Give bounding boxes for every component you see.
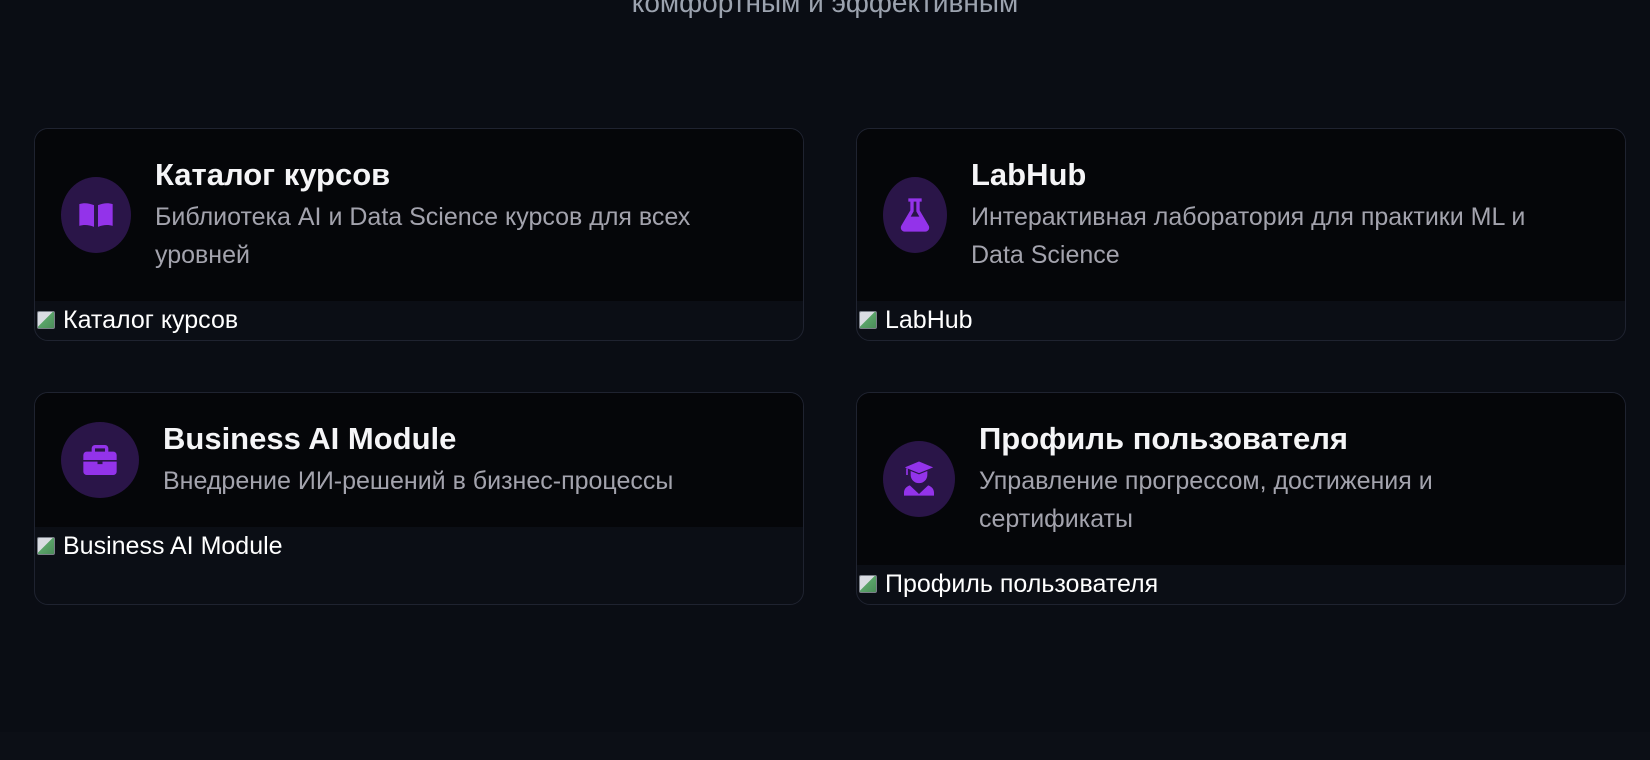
card-header: Профиль пользователя Управление прогресс… — [857, 393, 1625, 565]
card-header: LabHub Интерактивная лаборатория для пра… — [857, 129, 1625, 301]
broken-image-icon — [37, 311, 55, 329]
card-title: LabHub — [971, 157, 1087, 192]
flask-icon — [883, 177, 947, 253]
card-description: Управление прогрессом, достижения и серт… — [979, 467, 1433, 533]
card-title: Business AI Module — [163, 421, 457, 456]
feature-card-profile[interactable]: Профиль пользователя Управление прогресс… — [856, 392, 1626, 605]
card-image: LabHub — [857, 301, 1625, 339]
card-image: Business AI Module — [35, 527, 803, 565]
card-image-alt: Каталог курсов — [63, 306, 239, 334]
card-image-alt: Профиль пользователя — [885, 570, 1159, 598]
card-image: Профиль пользователя — [857, 565, 1625, 603]
card-header: Business AI Module Внедрение ИИ-решений … — [35, 393, 803, 527]
card-image: Каталог курсов — [35, 301, 803, 339]
card-description: Библиотека AI и Data Science курсов для … — [155, 203, 691, 269]
card-title: Профиль пользователя — [979, 421, 1349, 456]
card-description: Интерактивная лаборатория для практики M… — [971, 203, 1526, 269]
briefcase-icon — [61, 422, 139, 498]
card-image-alt: LabHub — [885, 306, 973, 334]
feature-card-labhub[interactable]: LabHub Интерактивная лаборатория для пра… — [856, 128, 1626, 341]
features-section: комфортным и эффективным Каталог курсов … — [0, 0, 1650, 760]
page-footer-strip — [0, 732, 1650, 760]
card-header: Каталог курсов Библиотека AI и Data Scie… — [35, 129, 803, 301]
card-title: Каталог курсов — [155, 157, 391, 192]
book-open-icon — [61, 177, 131, 253]
graduate-user-icon — [883, 441, 955, 517]
broken-image-icon — [859, 575, 877, 593]
feature-card-catalog[interactable]: Каталог курсов Библиотека AI и Data Scie… — [34, 128, 804, 341]
card-description: Внедрение ИИ-решений в бизнес-процессы — [163, 467, 674, 495]
broken-image-icon — [37, 537, 55, 555]
broken-image-icon — [859, 311, 877, 329]
section-subtitle: комфортным и эффективным — [631, 0, 1019, 18]
card-image-alt: Business AI Module — [63, 532, 283, 560]
feature-card-business[interactable]: Business AI Module Внедрение ИИ-решений … — [34, 392, 804, 605]
